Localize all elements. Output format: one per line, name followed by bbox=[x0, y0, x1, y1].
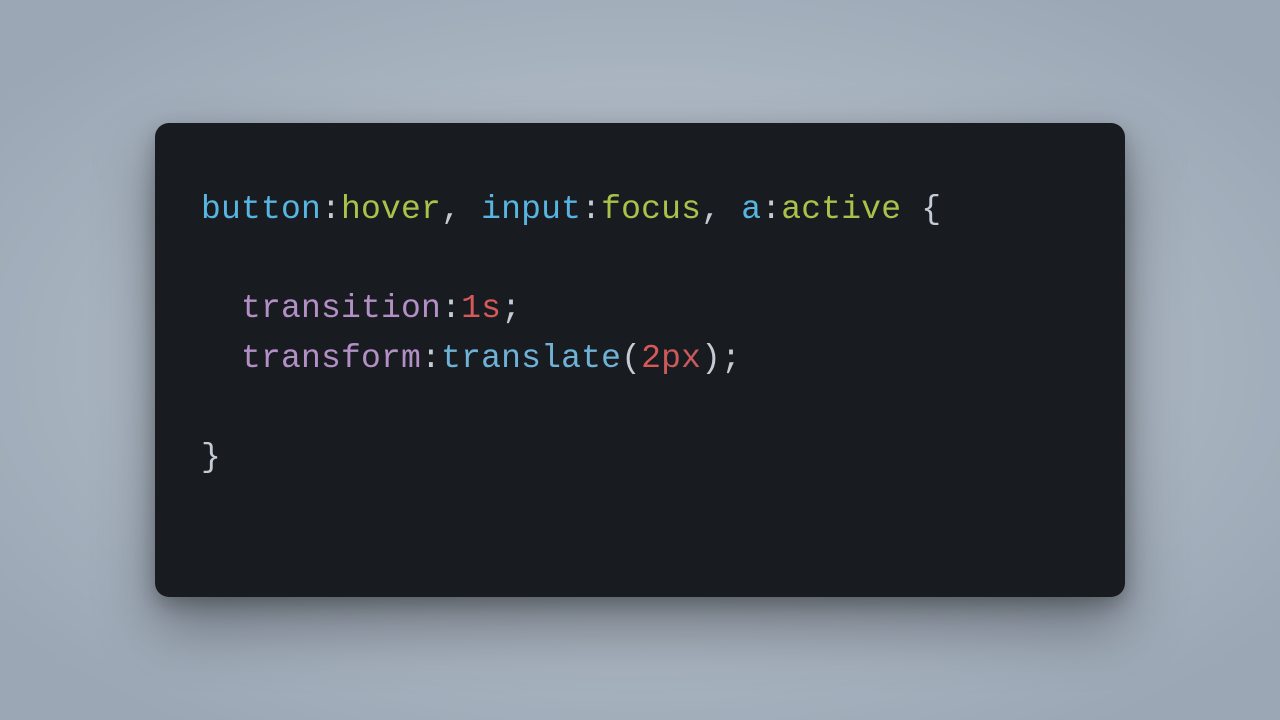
close-paren: ) bbox=[701, 340, 721, 377]
prop-transform: transform bbox=[241, 340, 421, 377]
pseudo-active: active bbox=[781, 191, 901, 228]
semicolon: ; bbox=[501, 290, 521, 327]
func-translate: translate bbox=[441, 340, 621, 377]
space bbox=[901, 191, 921, 228]
pseudo-focus: focus bbox=[601, 191, 701, 228]
open-paren: ( bbox=[621, 340, 641, 377]
value-number-2: 2 bbox=[641, 340, 661, 377]
colon: : bbox=[421, 340, 441, 377]
pseudo-hover: hover bbox=[341, 191, 441, 228]
code-block: button:hover, input:focus, a:active { tr… bbox=[201, 185, 1079, 482]
close-brace: } bbox=[201, 439, 221, 476]
colon: : bbox=[581, 191, 601, 228]
colon: : bbox=[441, 290, 461, 327]
separator-comma: , bbox=[441, 191, 481, 228]
selector-tag-button: button bbox=[201, 191, 321, 228]
value-unit-px: px bbox=[661, 340, 701, 377]
value-unit-s: s bbox=[481, 290, 501, 327]
open-brace: { bbox=[921, 191, 941, 228]
indent bbox=[201, 290, 241, 327]
colon: : bbox=[761, 191, 781, 228]
selector-tag-input: input bbox=[481, 191, 581, 228]
separator-comma: , bbox=[701, 191, 741, 228]
code-snippet-card: button:hover, input:focus, a:active { tr… bbox=[155, 123, 1125, 597]
colon: : bbox=[321, 191, 341, 228]
prop-transition: transition bbox=[241, 290, 441, 327]
semicolon: ; bbox=[721, 340, 741, 377]
value-number-1: 1 bbox=[461, 290, 481, 327]
indent bbox=[201, 340, 241, 377]
selector-tag-a: a bbox=[741, 191, 761, 228]
